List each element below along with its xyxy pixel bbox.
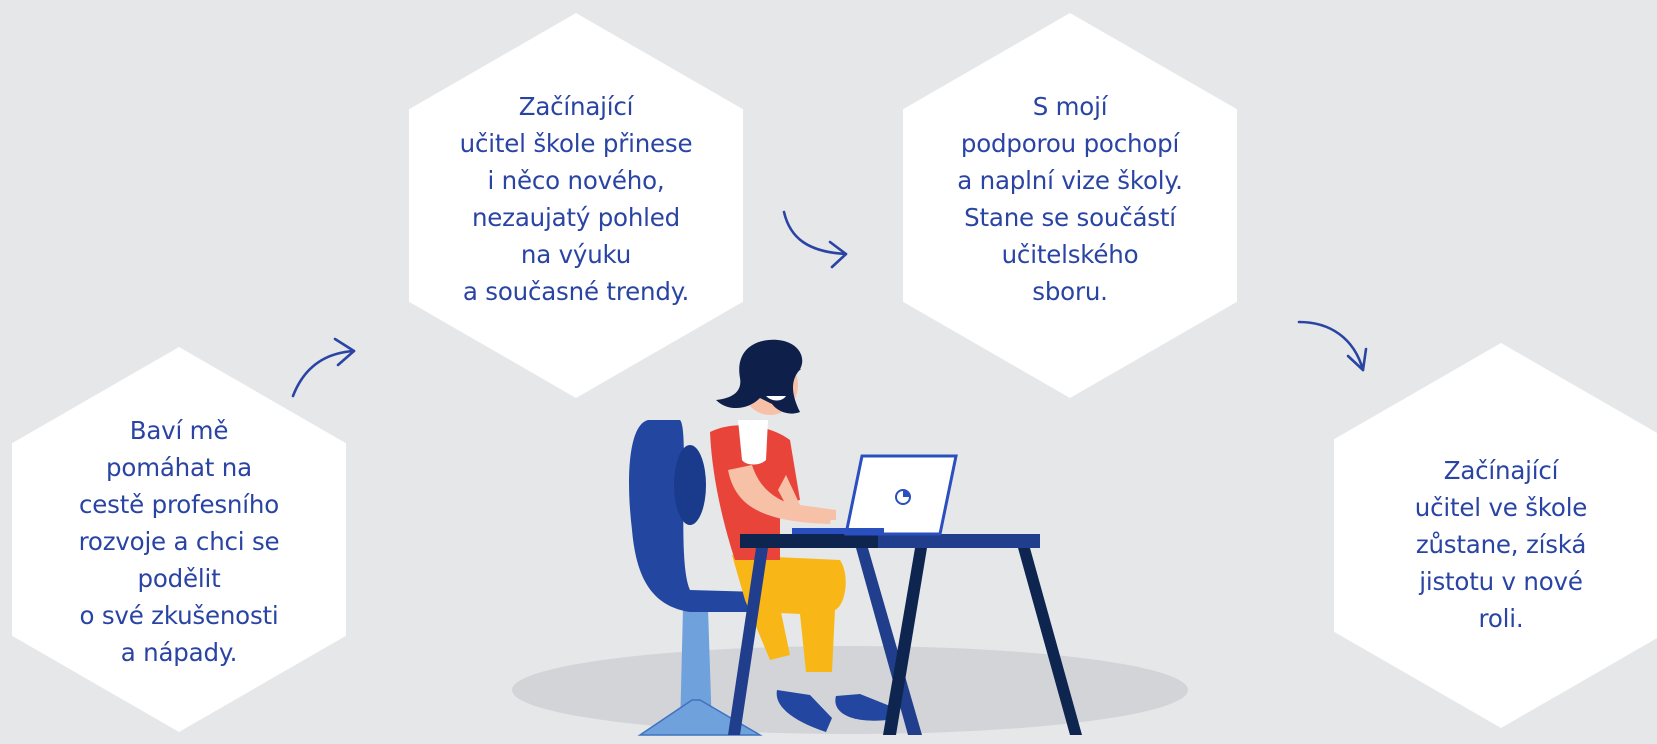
arrow-icon [1297,320,1368,372]
floor-shadow [512,646,1188,734]
illustration-layer [291,210,1368,736]
arrow-icon [291,337,356,398]
arrow-icon [782,210,848,269]
mentoring-diagram: Baví mě pomáhat na cestě profesního rozv… [0,0,1657,744]
